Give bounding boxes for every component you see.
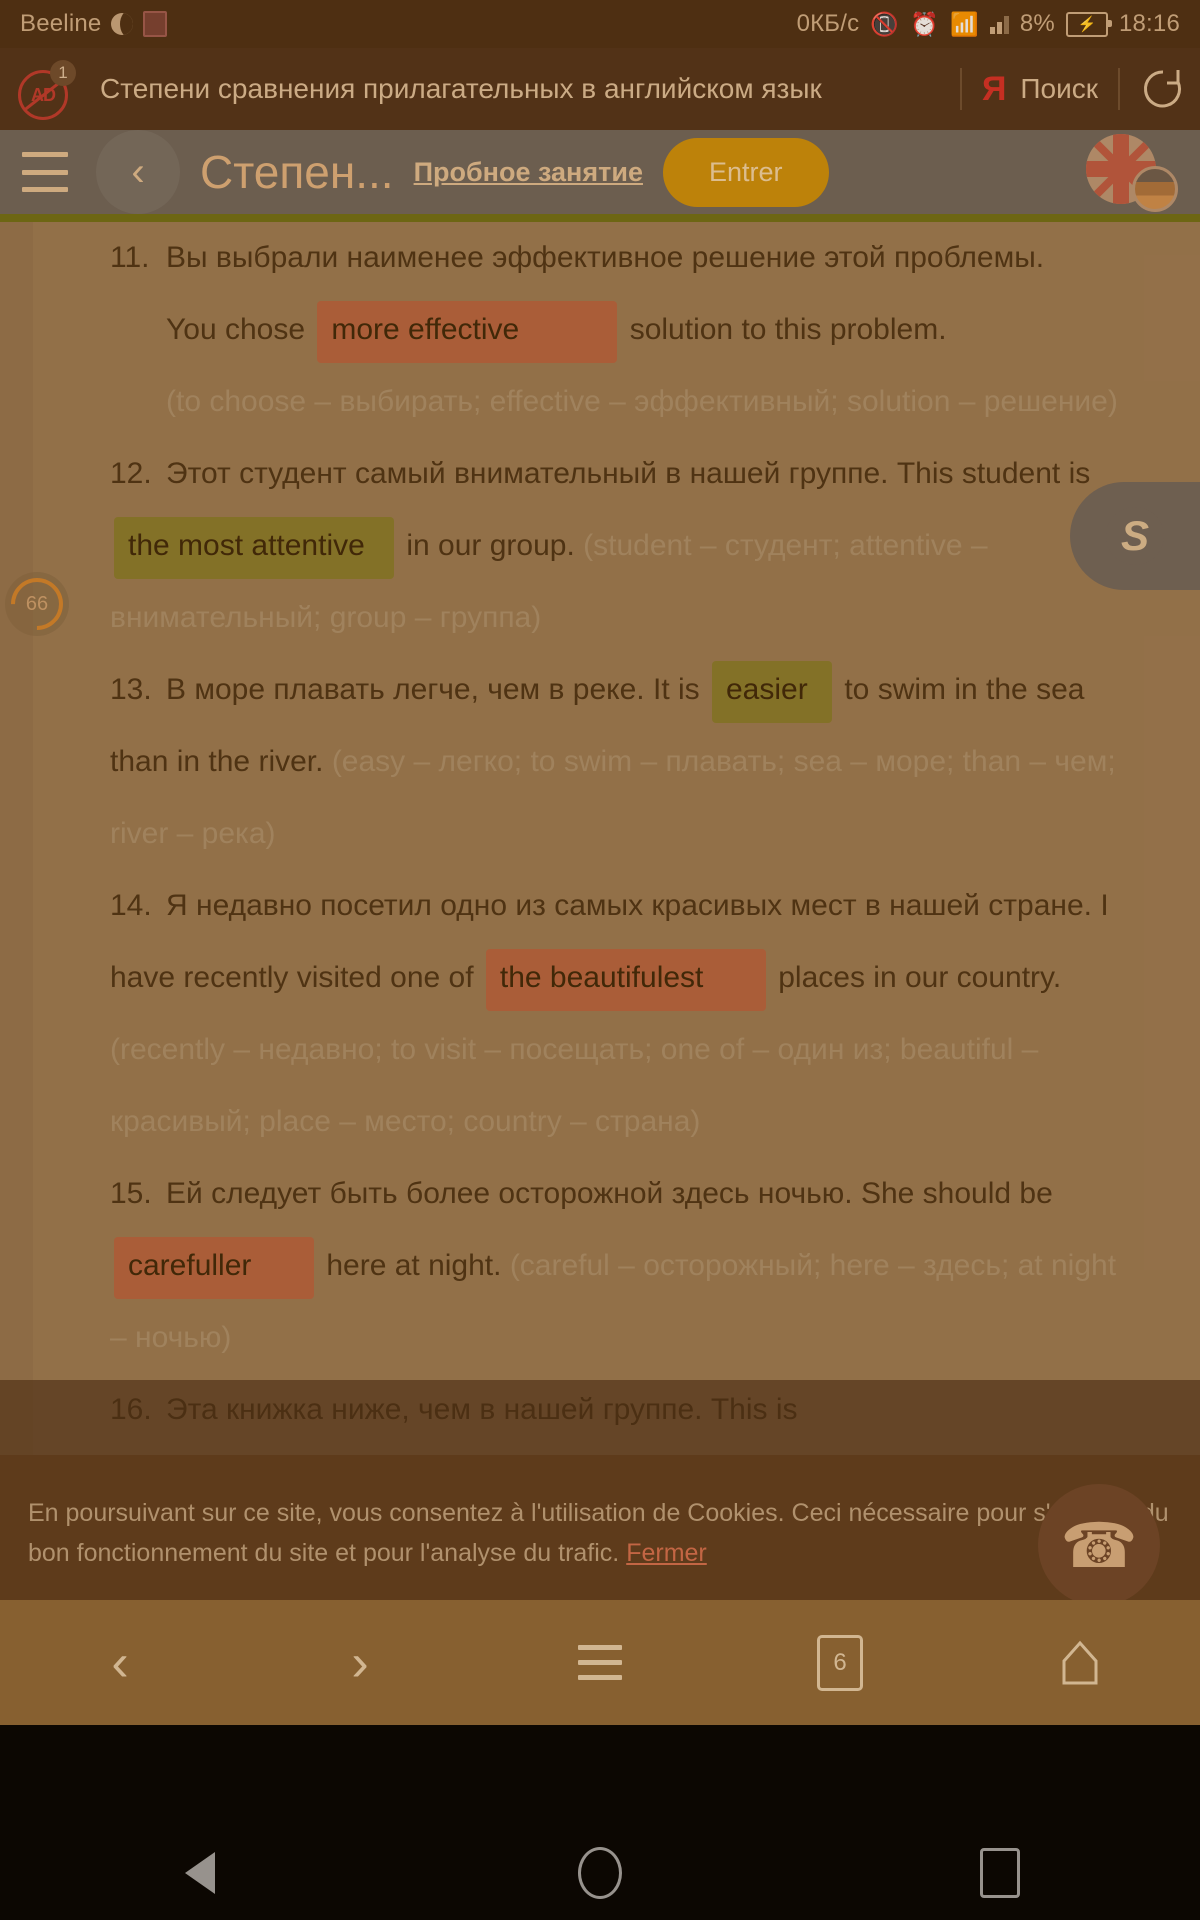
secondary-flag-icon (1132, 166, 1178, 212)
status-bar-left: Beeline (20, 10, 168, 38)
battery-charging-icon: ⚡ (1065, 11, 1112, 37)
skype-widget[interactable]: S (1070, 482, 1200, 590)
exercise-en-after: here at night. (326, 1249, 502, 1282)
titlebar-divider-2 (1118, 68, 1120, 110)
browser-navbar: ‹ › 6 (0, 1600, 1200, 1725)
status-bar-right: 0КБ/с 📵 ⏰ 📶 8% ⚡ 18:16 (797, 10, 1180, 38)
skype-icon: S (1106, 507, 1164, 565)
yandex-search-button[interactable]: Я Поиск (982, 72, 1098, 106)
reload-button[interactable] (1140, 66, 1186, 112)
android-back-icon (185, 1851, 215, 1894)
exercise-russian: Ей следует быть более осторожной здесь н… (166, 1177, 853, 1210)
answer-blank[interactable]: the most attentive (114, 517, 394, 579)
cookie-close-link[interactable]: Fermer (626, 1539, 707, 1567)
reload-icon (1144, 70, 1181, 108)
exercise-item-14: 14. Я недавно посетил одно из самых краси… (110, 870, 1140, 1158)
android-home-button[interactable] (400, 1846, 800, 1899)
android-recents-button[interactable] (800, 1847, 1200, 1898)
phone-icon: ☎ (1060, 1511, 1138, 1581)
browser-titlebar: AD 1 Степени сравнения прилагательных в … (0, 48, 1200, 130)
exercise-en-before: She should be (860, 1177, 1053, 1210)
chevron-left-icon: ‹ (131, 149, 145, 194)
clock-label: 18:16 (1118, 10, 1180, 37)
header-back-button[interactable]: ‹ (96, 130, 180, 214)
yandex-logo-icon: Я (981, 70, 1007, 108)
call-button[interactable]: ☎ (1038, 1484, 1160, 1600)
exercise-en-before: You chose (166, 313, 306, 346)
alarm-icon: ⏰ (910, 10, 939, 37)
list-menu-icon (578, 1645, 622, 1680)
exercise-answer-line: You chose more effective solution to thi… (110, 294, 1140, 366)
trial-lesson-link[interactable]: Пробное занятие (414, 157, 643, 188)
image-icon (143, 11, 168, 37)
exercise-item-12: 12. Этот студент самый внимательный в наш… (110, 438, 1140, 654)
hamburger-icon[interactable] (22, 152, 68, 192)
exercise-en-after: in our group. (406, 529, 575, 562)
exercise-en-after: places in our country. (778, 961, 1062, 994)
titlebar-divider (959, 68, 962, 110)
site-brand-title: Степен... (200, 146, 394, 198)
signal-bars-icon (989, 14, 1009, 34)
exercise-russian: Вы выбрали наименее эффективное решение … (166, 241, 1045, 274)
answer-blank[interactable]: more effective (317, 301, 618, 363)
exercise-number: 11. (110, 241, 150, 274)
exercise-en-before: It is (652, 673, 700, 706)
adblock-button[interactable]: AD 1 (16, 60, 76, 120)
exercise-list: 11. Вы выбрали наименее эффективное решен… (110, 222, 1140, 1446)
exercise-en-after: solution to this problem. (629, 313, 947, 346)
battery-percent-label: 8% (1019, 10, 1055, 37)
answer-blank[interactable]: easier (712, 661, 832, 723)
android-recents-icon (980, 1847, 1020, 1898)
adblock-badge: 1 (50, 60, 76, 86)
answer-blank[interactable]: carefuller (114, 1237, 314, 1299)
exercise-number: 13. (110, 673, 152, 706)
home-icon (1060, 1639, 1100, 1687)
android-navigation-bar (0, 1825, 1200, 1920)
page-content: 66 11. Вы выбрали наименее эффективное ре… (0, 222, 1200, 1600)
answer-blank[interactable]: the beautifulest (485, 949, 766, 1011)
cookie-overlay (0, 1380, 1200, 1455)
site-header: ‹ Степен... Пробное занятие Entrer (0, 130, 1200, 222)
exercise-item-15: 15. Ей следует быть более осторожной здес… (110, 1158, 1140, 1374)
exercise-number: 12. (110, 457, 152, 490)
data-rate-label: 0КБ/с (796, 10, 860, 37)
progress-bubble[interactable]: 66 (0, 567, 74, 641)
login-button[interactable]: Entrer (662, 137, 829, 207)
carrier-label: Beeline (20, 10, 102, 37)
android-status-bar: Beeline 0КБ/с 📵 ⏰ 📶 8% ⚡ 18:16 (0, 0, 1200, 48)
browser-forward-button[interactable]: › (240, 1637, 480, 1689)
tab-count-badge: 6 (817, 1634, 863, 1691)
search-label: Поиск (1020, 73, 1098, 104)
language-switcher[interactable] (1086, 132, 1178, 212)
browser-back-button[interactable]: ‹ (0, 1637, 240, 1689)
progress-value: 66 (25, 592, 49, 615)
exercise-hint: (recently – недавно; to visit – посещать… (110, 1033, 1039, 1138)
android-home-icon (578, 1846, 622, 1899)
page-title: Степени сравнения прилагательных в англи… (100, 73, 822, 104)
exercise-hint: (to choose – выбирать; effective – эффек… (166, 385, 1118, 418)
exercise-item-11: 11. Вы выбрали наименее эффективное решен… (110, 222, 1140, 438)
moon-icon (111, 13, 134, 35)
exercise-en-before: This student is (896, 457, 1091, 490)
exercise-russian: Я недавно посетил одно из самых красивых… (166, 889, 1092, 922)
exercise-number: 15. (110, 1177, 152, 1210)
exercise-russian: Этот студент самый внимательный в нашей … (166, 457, 889, 490)
vibrate-icon: 📵 (870, 10, 900, 37)
browser-tabs-button[interactable]: 6 (720, 1634, 960, 1691)
cookie-banner: En poursuivant sur ce site, vous consent… (0, 1455, 1200, 1600)
wifi-icon: 📶 (950, 10, 979, 37)
exercise-russian: В море плавать легче, чем в реке. (166, 673, 645, 706)
exercise-item-13: 13. В море плавать легче, чем в реке. It … (110, 654, 1140, 870)
cookie-text: En poursuivant sur ce site, vous consent… (28, 1499, 1169, 1567)
browser-home-button[interactable] (960, 1639, 1200, 1687)
chevron-right-icon: › (351, 1633, 369, 1692)
android-back-button[interactable] (0, 1851, 400, 1894)
browser-menu-button[interactable] (480, 1645, 720, 1680)
exercise-number: 14. (110, 889, 152, 922)
chevron-left-icon: ‹ (111, 1633, 129, 1692)
